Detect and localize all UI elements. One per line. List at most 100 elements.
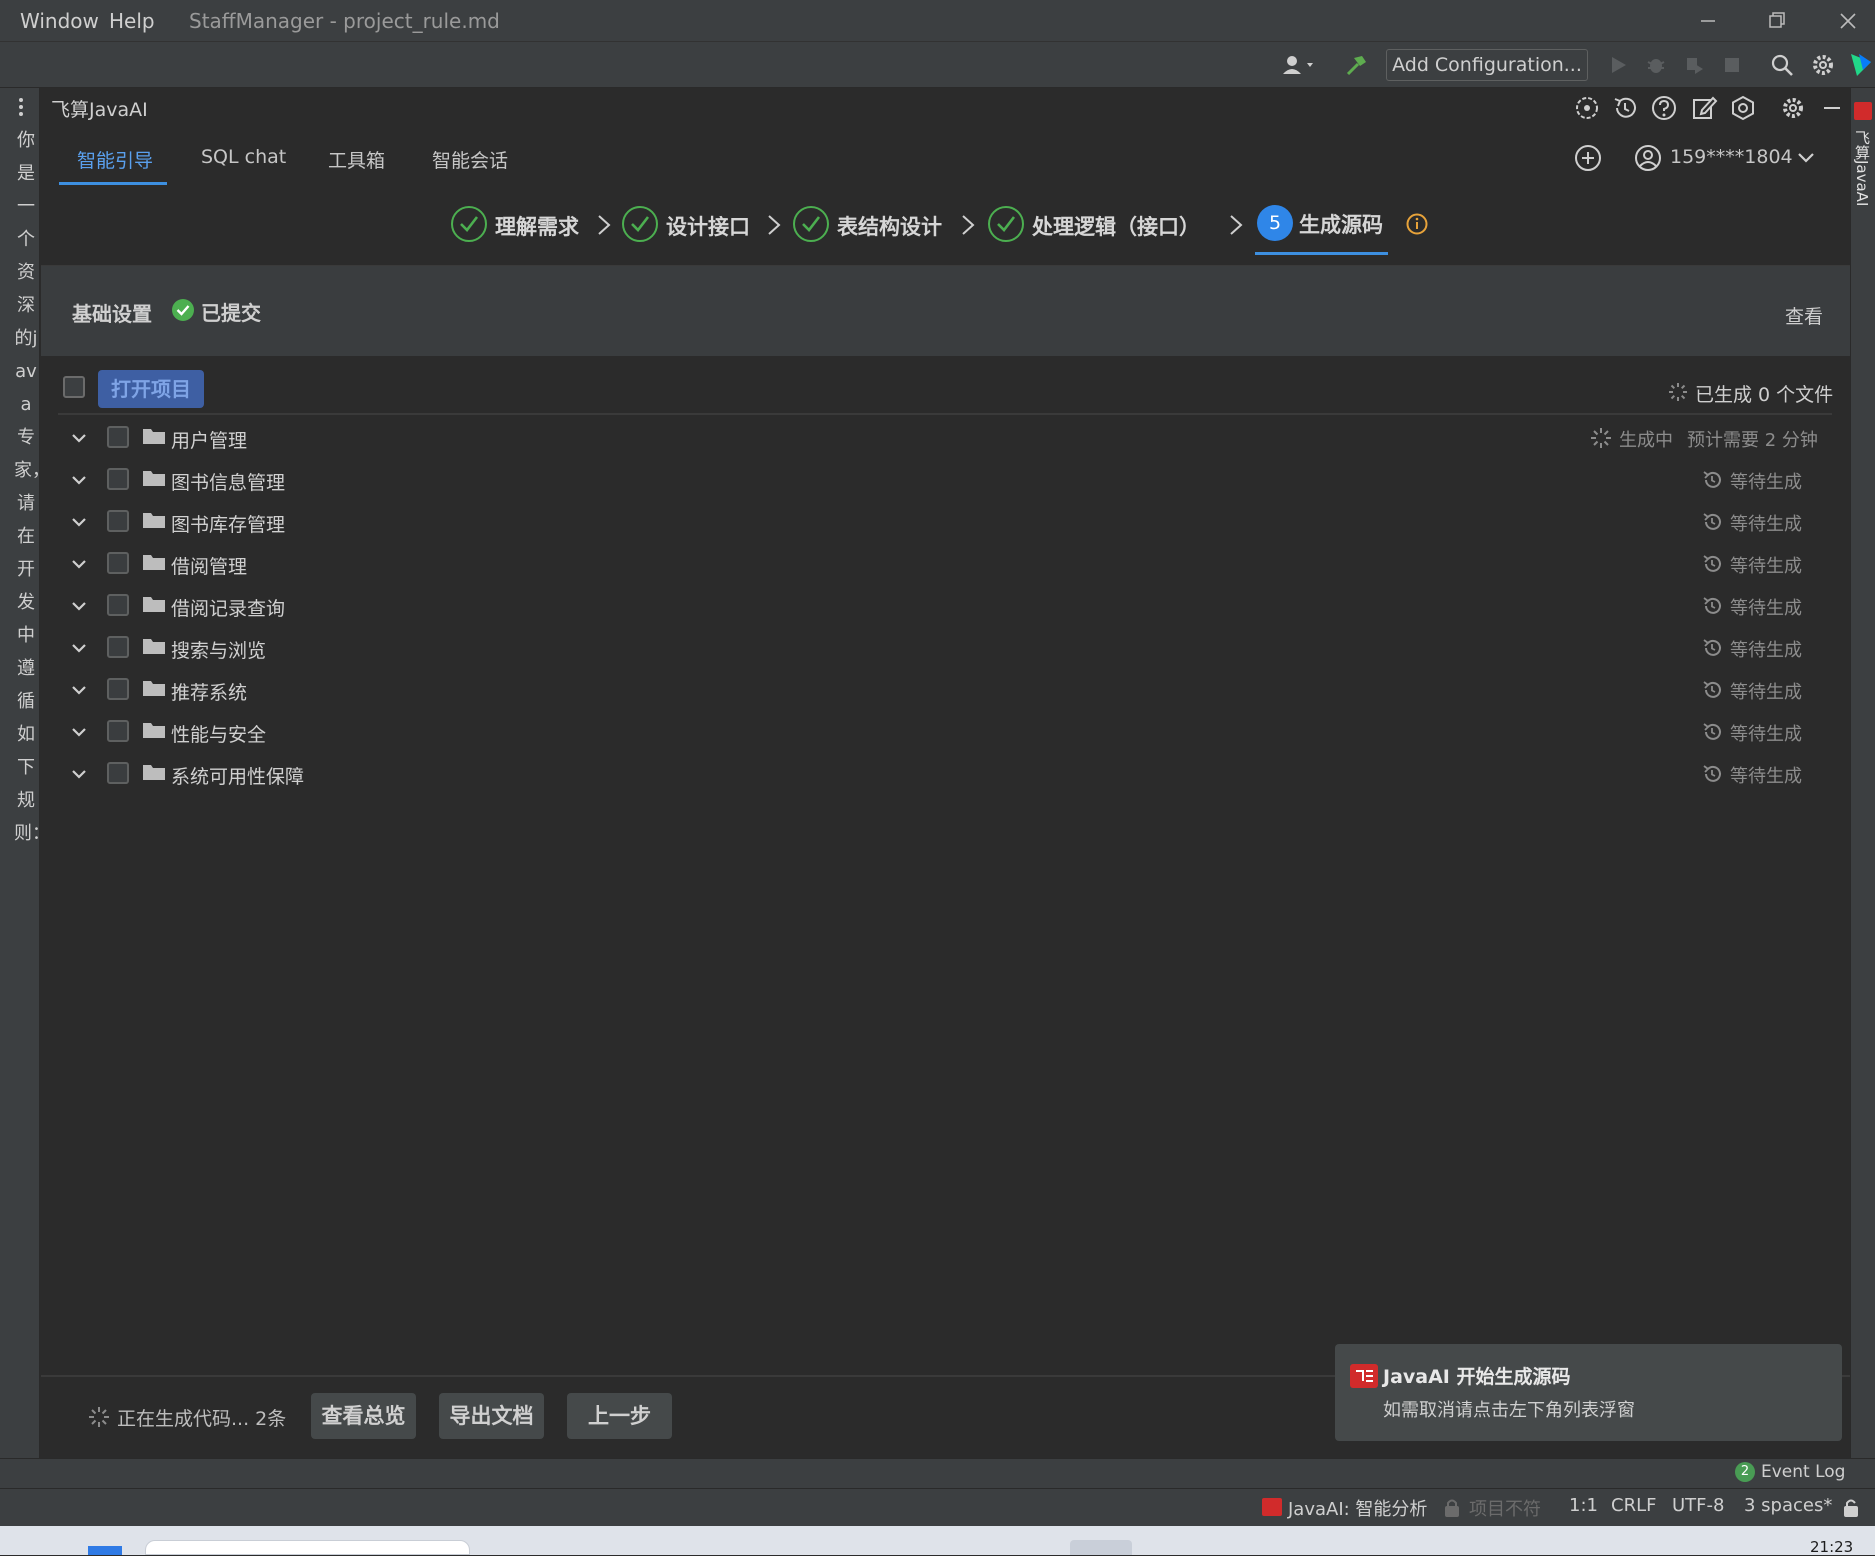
panel-settings-icon[interactable]	[1779, 94, 1807, 122]
expand-chevron-icon[interactable]	[68, 595, 90, 617]
feisuan-logo-icon	[1854, 102, 1872, 120]
module-checkbox[interactable]	[107, 636, 129, 658]
vcs-user-icon[interactable]	[1280, 52, 1320, 78]
expand-chevron-icon[interactable]	[68, 637, 90, 659]
expand-chevron-icon[interactable]	[68, 763, 90, 785]
notification-popup[interactable]	[1335, 1344, 1842, 1441]
javaai-status[interactable]: JavaAI: 智能分析	[1288, 1495, 1427, 1521]
unlock-icon[interactable]	[1842, 1497, 1860, 1519]
hexagon-settings-icon[interactable]	[1729, 94, 1757, 122]
right-tool-strip	[1850, 88, 1875, 1458]
line-separator[interactable]: CRLF	[1611, 1495, 1656, 1516]
taskbar-search-box[interactable]	[145, 1540, 470, 1555]
lock-icon	[1443, 1497, 1461, 1519]
module-checkbox[interactable]	[107, 594, 129, 616]
caret-position[interactable]: 1:1	[1569, 1495, 1598, 1516]
user-account-label[interactable]: 159****1804	[1670, 146, 1793, 168]
module-row[interactable]: 借阅管理 等待生成	[58, 543, 1832, 585]
debug-icon[interactable]	[1645, 54, 1667, 76]
expand-chevron-icon[interactable]	[68, 427, 90, 449]
coverage-icon[interactable]	[1683, 54, 1705, 76]
module-row[interactable]: 搜索与浏览 等待生成	[58, 627, 1832, 669]
file-encoding[interactable]: UTF-8	[1672, 1495, 1724, 1516]
add-configuration-button[interactable]: Add Configuration...	[1386, 49, 1588, 81]
module-checkbox[interactable]	[107, 552, 129, 574]
feisuan-logo-icon	[1262, 1498, 1282, 1516]
folder-icon	[142, 468, 166, 488]
module-row[interactable]: 图书信息管理 等待生成	[58, 459, 1832, 501]
step-5-label[interactable]: 生成源码	[1299, 209, 1383, 239]
new-session-icon[interactable]	[1574, 144, 1602, 172]
account-chevron-down-icon[interactable]	[1795, 148, 1817, 168]
tab-toolbox[interactable]: 工具箱	[328, 146, 385, 173]
tab-smart-chat[interactable]: 智能会话	[432, 146, 508, 173]
expand-chevron-icon[interactable]	[68, 553, 90, 575]
active-step-indicator	[1255, 252, 1388, 255]
help-icon[interactable]	[1650, 94, 1678, 122]
step-chevron-icon	[1226, 212, 1246, 238]
module-row[interactable]: 用户管理 生成中 预计需要 2 分钟	[58, 417, 1832, 459]
expand-chevron-icon[interactable]	[68, 721, 90, 743]
tab-smart-guide[interactable]: 智能引导	[77, 146, 153, 173]
pending-history-icon	[1701, 553, 1723, 575]
module-checkbox[interactable]	[107, 762, 129, 784]
close-button[interactable]	[1828, 6, 1868, 36]
expand-chevron-icon[interactable]	[68, 469, 90, 491]
settings-gear-icon[interactable]	[1811, 53, 1835, 77]
step-4-label[interactable]: 处理逻辑（接口）	[1032, 211, 1200, 241]
right-strip-tab-label[interactable]: 飞算JavaAI	[1853, 130, 1873, 206]
menu-help[interactable]: Help	[109, 9, 155, 33]
search-icon[interactable]	[1770, 53, 1794, 77]
stop-icon[interactable]	[1722, 55, 1742, 75]
module-checkbox[interactable]	[107, 678, 129, 700]
select-all-checkbox[interactable]	[63, 376, 85, 398]
restore-button[interactable]	[1757, 6, 1797, 36]
module-checkbox[interactable]	[107, 426, 129, 448]
indent-setting[interactable]: 3 spaces*	[1744, 1495, 1832, 1516]
module-checkbox[interactable]	[107, 510, 129, 532]
pending-history-icon	[1701, 679, 1723, 701]
tab-sql-chat[interactable]: SQL chat	[201, 146, 286, 168]
folder-icon	[142, 510, 166, 530]
event-log-count-badge[interactable]: 2	[1735, 1462, 1755, 1482]
close-icon	[1840, 13, 1856, 29]
more-options-icon[interactable]	[14, 96, 28, 118]
expand-chevron-icon[interactable]	[68, 511, 90, 533]
info-icon[interactable]	[1405, 212, 1429, 236]
spinner-icon	[1590, 427, 1612, 449]
module-row[interactable]: 图书库存管理 等待生成	[58, 501, 1832, 543]
module-checkbox[interactable]	[107, 468, 129, 490]
module-row[interactable]: 推荐系统 等待生成	[58, 669, 1832, 711]
step-1-label[interactable]: 理解需求	[495, 211, 579, 241]
generating-status[interactable]: 正在生成代码... 2条	[117, 1404, 286, 1431]
folder-icon	[142, 678, 166, 698]
expand-chevron-icon[interactable]	[68, 679, 90, 701]
event-log-button[interactable]: Event Log	[1761, 1462, 1845, 1482]
account-avatar-icon[interactable]	[1634, 144, 1662, 172]
export-document-button[interactable]: 导出文档	[439, 1393, 544, 1439]
ai-brain-icon[interactable]	[1573, 94, 1601, 122]
divider	[58, 413, 1832, 415]
module-row[interactable]: 借阅记录查询 等待生成	[58, 585, 1832, 627]
history-icon[interactable]	[1611, 94, 1639, 122]
module-status: 等待生成	[1730, 598, 1802, 619]
step-2-label[interactable]: 设计接口	[666, 211, 750, 241]
build-hammer-icon[interactable]	[1344, 52, 1370, 78]
module-row[interactable]: 系统可用性保障 等待生成	[58, 753, 1832, 795]
menu-window[interactable]: Window	[20, 9, 99, 33]
view-overview-button[interactable]: 查看总览	[311, 1393, 416, 1439]
previous-step-button[interactable]: 上一步	[567, 1393, 672, 1439]
run-icon[interactable]	[1607, 54, 1629, 76]
panel-minimize-icon[interactable]	[1818, 94, 1846, 122]
module-checkbox[interactable]	[107, 720, 129, 742]
edit-icon[interactable]	[1690, 94, 1718, 122]
taskbar-active-app[interactable]	[1070, 1540, 1132, 1555]
toolbox-app-icon[interactable]	[1849, 52, 1873, 78]
open-project-button[interactable]: 打开项目	[98, 370, 204, 408]
step-3-check-icon	[792, 205, 830, 243]
module-row[interactable]: 性能与安全 等待生成	[58, 711, 1832, 753]
start-menu-icon[interactable]	[88, 1546, 122, 1555]
minimize-button[interactable]	[1688, 6, 1728, 36]
view-link[interactable]: 查看	[1785, 302, 1823, 329]
step-3-label[interactable]: 表结构设计	[837, 211, 942, 241]
